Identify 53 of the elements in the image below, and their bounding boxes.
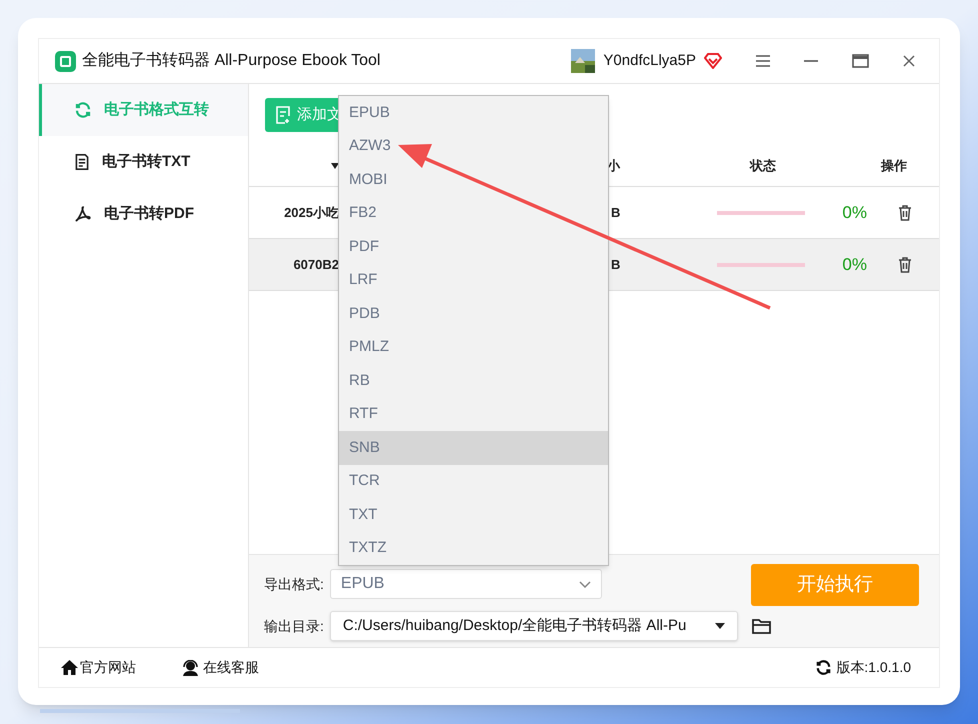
output-directory-select[interactable]: C:/Users/huibang/Desktop/全能电子书转码器 All-Pu: [330, 611, 738, 641]
caret-icon: [714, 623, 725, 629]
dropdown-option[interactable]: FB2: [339, 196, 608, 230]
column-header[interactable]: 操作: [881, 156, 907, 176]
folder-icon[interactable]: [752, 618, 772, 634]
chevron-down-icon: [578, 580, 591, 588]
home-icon: [61, 660, 78, 675]
trash-icon[interactable]: [898, 256, 912, 272]
refresh-icon: [74, 101, 92, 119]
sidebar-item[interactable]: 电子书格式互转: [39, 84, 248, 136]
website-link[interactable]: 官方网站: [80, 657, 136, 678]
table-cell: B: [611, 256, 620, 272]
dropdown-option[interactable]: RTF: [339, 398, 608, 431]
version-text: 版本:1.0.1.0: [836, 658, 911, 677]
sidebar-item[interactable]: 电子书转TXT: [39, 136, 248, 188]
headset-icon: [182, 660, 199, 676]
table-cell-text: 2025小吃: [283, 204, 339, 222]
table-cell-text: 6070B2: [292, 256, 339, 274]
menu-icon[interactable]: [756, 55, 770, 67]
add-file-icon: [275, 106, 291, 124]
field-label: 导出格式:: [264, 574, 324, 594]
dropdown-option[interactable]: TXTZ: [339, 532, 608, 565]
trash-icon[interactable]: [898, 204, 912, 220]
progress-reading: 0%: [841, 202, 867, 224]
dropdown-option[interactable]: RB: [339, 364, 608, 398]
dropdown-option[interactable]: PMLZ: [339, 330, 608, 364]
dropdown-option[interactable]: TCR: [339, 464, 608, 498]
progress-reading: 0%: [841, 254, 867, 276]
diamond-icon: [704, 53, 722, 69]
sidebar-item[interactable]: 电子书转PDF: [39, 188, 248, 240]
app-logo-icon: [55, 50, 76, 72]
refresh-icon: [815, 659, 832, 676]
support-link[interactable]: 在线客服: [203, 657, 259, 678]
pdf-icon: [74, 205, 92, 223]
dropdown-option[interactable]: PDB: [339, 297, 608, 330]
dropdown-option[interactable]: SNB: [339, 431, 608, 464]
close-icon[interactable]: [903, 55, 915, 67]
column-header[interactable]: 状态: [750, 156, 776, 176]
table-cell: B: [611, 204, 620, 220]
dropdown-option[interactable]: AZW3: [339, 130, 608, 163]
document-icon: [74, 153, 90, 171]
dropdown-option[interactable]: PDF: [339, 230, 608, 264]
dropdown-option[interactable]: MOBI: [339, 163, 608, 196]
field-label: 输出目录:: [264, 616, 324, 636]
format-select[interactable]: EPUB: [330, 569, 602, 599]
dropdown-option[interactable]: LRF: [339, 264, 608, 297]
window-title: 全能电子书转码器 All-Purpose Ebook Tool: [82, 50, 380, 71]
maximize-icon[interactable]: [852, 54, 869, 68]
sort-icon[interactable]: [331, 163, 339, 169]
username[interactable]: Y0ndfcLlya5P: [603, 50, 696, 72]
dropdown-option[interactable]: TXT: [339, 498, 608, 532]
minimize-icon[interactable]: [804, 60, 818, 62]
start-button[interactable]: 开始执行: [751, 564, 919, 606]
